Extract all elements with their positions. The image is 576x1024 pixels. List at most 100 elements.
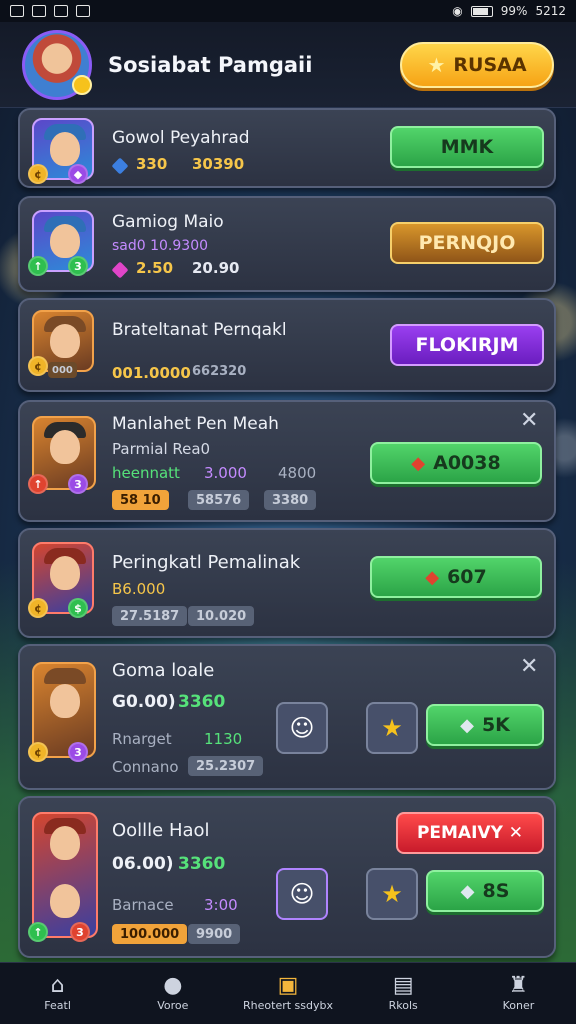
calendar-icon (32, 5, 46, 17)
stat-value: 3:00 (204, 896, 238, 914)
player-avatar[interactable] (22, 29, 92, 100)
pemaivy-button[interactable]: PEMAIVY ✕ (396, 812, 544, 854)
chest-icon: ▣ (277, 973, 299, 998)
stat-value: 1130 (204, 730, 243, 748)
card-title: Gamiog Maio (112, 212, 224, 232)
nav-item-chest[interactable]: ▣ Rheotert ssdybx (230, 963, 345, 1024)
app-icon (76, 5, 90, 17)
stat-value: 06.00) (112, 854, 174, 874)
player-name: Sosiabat Pamgaii (108, 52, 313, 77)
stat-value: B6.000 (112, 580, 166, 598)
stat-label: heennatt (112, 464, 180, 482)
stat-chip: 25.2307 (188, 756, 264, 776)
header-action-button[interactable]: ★ RUSAA (400, 41, 554, 88)
nav-item-chat[interactable]: ● Voroe (115, 963, 230, 1024)
gem-icon: ◆ (460, 880, 475, 902)
card-subtitle: Parmial Rea0 (112, 440, 211, 458)
stat-label: Barnace (112, 896, 174, 914)
character-item-icon[interactable]: ☺ (276, 702, 328, 754)
stat-chip: 3380 (264, 490, 317, 510)
list-item[interactable]: ¢ $ Peringkatl Pemalinak B6.000 27.5187 … (18, 528, 556, 638)
star-icon: ★ (427, 52, 446, 77)
flokirjm-button[interactable]: FLOKIRJM (390, 324, 544, 366)
player-portrait: ↑ 3 (28, 812, 98, 942)
close-icon[interactable]: ✕ (520, 654, 538, 679)
gem-icon (111, 261, 129, 279)
card-title: Oollle Haol (112, 820, 210, 841)
header-action-label: RUSAA (453, 53, 527, 76)
list-item[interactable]: ¢ ◆ Gowol Peyahrad 330 30390 MMK (18, 108, 556, 188)
player-portrait: ¢ ◆ (28, 118, 94, 184)
star-item-icon[interactable]: ★ (366, 868, 418, 920)
gem-icon: ◆ (460, 714, 474, 736)
level-badge-icon: 3 (68, 474, 88, 494)
nav-item-trophy[interactable]: ♜ Koner (461, 963, 576, 1024)
stat-chip: 9900 (188, 924, 241, 944)
stat-value: 662320 (192, 364, 247, 379)
stat-value: 30390 (192, 155, 245, 173)
stat-chip: 58 10 (112, 490, 169, 510)
trophy-icon: ♜ (508, 973, 529, 998)
player-portrait: ↑ 3 (28, 416, 96, 494)
coin-badge-icon: ¢ (28, 164, 48, 184)
character-item-icon[interactable]: ☺ (276, 868, 328, 920)
cards-icon: ▤ (392, 973, 414, 998)
nav-item-home[interactable]: ⌂ Featl (0, 963, 115, 1024)
gem-icon: ◆ (425, 566, 440, 588)
list-item[interactable]: ¢ 3 Goma loale G0.00) 3360 Rnarget 1130 … (18, 644, 556, 790)
bottom-nav: ⌂ Featl ● Voroe ▣ Rheotert ssdybx ▤ Rkol… (0, 962, 576, 1024)
portrait-badge: 000 (48, 362, 77, 378)
arrow-badge-icon: ↑ (28, 256, 48, 276)
status-bar: ◉ 99% 5212 (0, 0, 576, 22)
stat-chip: 27.5187 (112, 606, 188, 626)
close-icon[interactable]: ✕ (520, 408, 538, 433)
coin-badge-icon: ¢ (28, 356, 48, 376)
gem-icon: ◆ (411, 452, 426, 474)
mmk-button[interactable]: MMK (390, 126, 544, 168)
clock: 5212 (535, 4, 566, 18)
stat-value: 3.000 (204, 464, 247, 482)
stat-chip: 58576 (188, 490, 250, 510)
dollar-badge-icon: $ (68, 598, 88, 618)
list-item[interactable]: ¢ 000 Brateltanat Pernqakl 001.0000 6623… (18, 298, 556, 392)
stat-value: G0.00) (112, 692, 176, 712)
list-item[interactable]: ↑ 3 Oollle Haol 06.00) 3360 Barnace 3:00… (18, 796, 556, 958)
a0038-button[interactable]: ◆ A0038 (370, 442, 542, 484)
level-badge-icon: 3 (68, 256, 88, 276)
8s-button[interactable]: ◆ 8S (426, 870, 544, 912)
nav-item-cards[interactable]: ▤ Rkols (346, 963, 461, 1024)
5k-button[interactable]: ◆ 5K (426, 704, 544, 746)
home-icon: ⌂ (50, 973, 65, 998)
player-portrait: ¢ 000 (28, 310, 94, 378)
stat-value: 2.50 (136, 259, 174, 277)
battery-level: 99% (500, 4, 528, 18)
header: Sosiabat Pamgaii ★ RUSAA (0, 22, 576, 108)
coin-badge-icon: ¢ (28, 598, 48, 618)
stat-value: 330 (136, 155, 168, 173)
wifi-icon: ◉ (452, 4, 463, 18)
star-item-icon[interactable]: ★ (366, 702, 418, 754)
607-button[interactable]: ◆ 607 (370, 556, 542, 598)
list-item[interactable]: ↑ 3 Manlahet Pen Meah Parmial Rea0 heenn… (18, 400, 556, 522)
arrow-badge-icon: ↑ (28, 474, 48, 494)
stat-value: 3360 (178, 854, 226, 874)
card-title: Gowol Peyahrad (112, 128, 250, 148)
stat-value: 20.90 (192, 259, 240, 277)
pernqjo-button[interactable]: PERNQJO (390, 222, 544, 264)
stat-value: 4800 (278, 464, 317, 482)
player-portrait: ↑ 3 (28, 210, 94, 276)
level-badge-icon: 3 (68, 742, 88, 762)
gem-badge-icon: ◆ (68, 164, 88, 184)
level-badge-icon (72, 74, 92, 95)
stat-value: 001.0000 (112, 364, 191, 382)
card-subtitle: sad0 10.9300 (112, 238, 209, 254)
gem-icon (111, 157, 129, 175)
player-portrait: ¢ 3 (28, 662, 96, 762)
card-title: Manlahet Pen Meah (112, 414, 279, 434)
card-title: Peringkatl Pemalinak (112, 552, 301, 573)
coin-badge-icon: ¢ (28, 742, 48, 762)
stat-value: 3360 (178, 692, 226, 712)
stat-chip: 100.000 (112, 924, 188, 944)
image-icon (54, 5, 68, 17)
list-item[interactable]: ↑ 3 Gamiog Maio sad0 10.9300 2.50 20.90 … (18, 196, 556, 292)
